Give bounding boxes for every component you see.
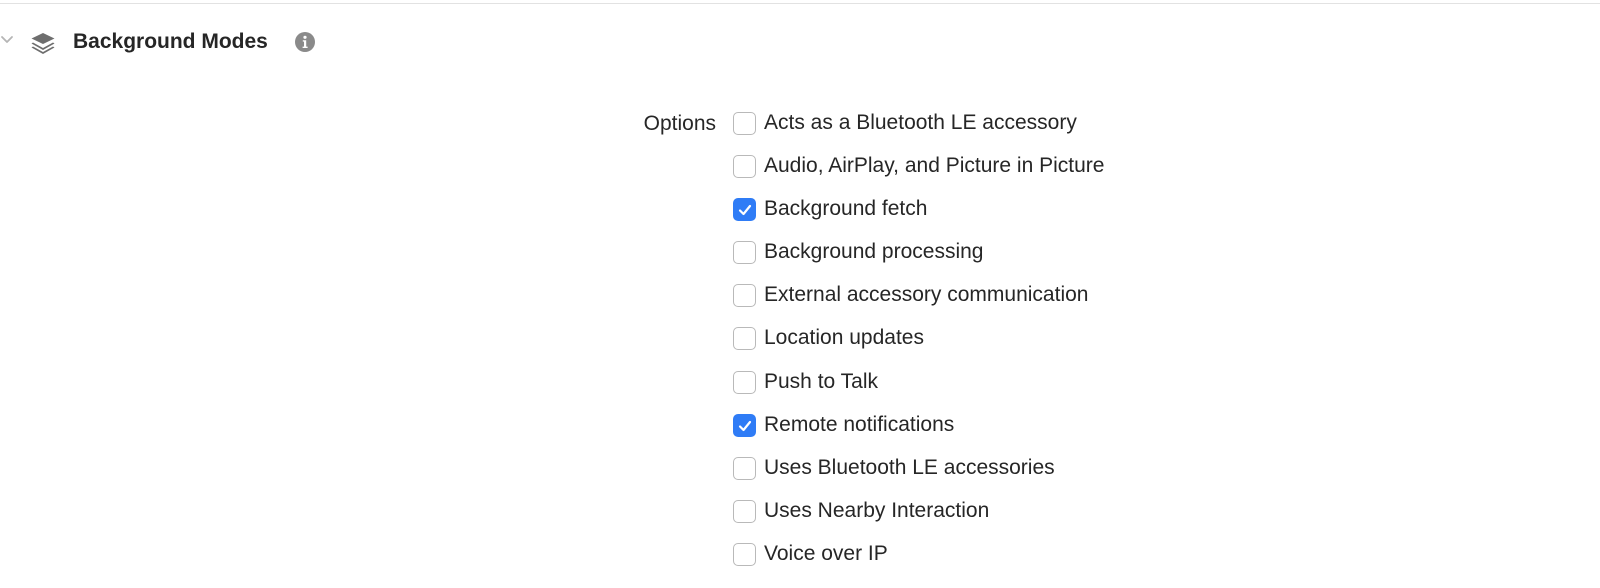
option-label: Location updates	[764, 326, 924, 350]
option-label: Audio, AirPlay, and Picture in Picture	[764, 154, 1105, 178]
option-uses-bluetooth-le[interactable]: Uses Bluetooth LE accessories	[733, 447, 1104, 490]
option-audio-airplay-pip[interactable]: Audio, AirPlay, and Picture in Picture	[733, 145, 1104, 188]
option-voice-over-ip[interactable]: Voice over IP	[733, 533, 1104, 576]
checkbox[interactable]	[733, 155, 756, 179]
option-remote-notifications[interactable]: Remote notifications	[733, 404, 1104, 447]
option-label: Remote notifications	[764, 412, 955, 436]
background-modes-list: Acts as a Bluetooth LE accessory Audio, …	[733, 102, 1104, 576]
section-title: Background Modes	[73, 30, 268, 53]
chevron-down-icon[interactable]	[0, 32, 14, 46]
option-background-fetch[interactable]: Background fetch	[733, 188, 1104, 231]
checkbox[interactable]	[733, 542, 756, 566]
checkbox[interactable]	[733, 112, 756, 135]
option-label: Uses Bluetooth LE accessories	[764, 455, 1055, 479]
option-label: Push to Talk	[764, 369, 879, 393]
option-label: Background processing	[764, 240, 984, 264]
layers-icon	[29, 28, 57, 56]
checkbox[interactable]	[733, 456, 756, 480]
option-nearby-interaction[interactable]: Uses Nearby Interaction	[733, 490, 1104, 533]
checkmark-icon	[738, 420, 752, 431]
section-header: Background Modes	[0, 22, 600, 62]
option-label: Acts as a Bluetooth LE accessory	[764, 111, 1077, 134]
options-label: Options	[643, 112, 716, 135]
checkbox[interactable]	[733, 413, 756, 437]
checkmark-icon	[738, 205, 752, 216]
option-label: Voice over IP	[764, 541, 888, 565]
checkbox[interactable]	[733, 327, 756, 351]
option-label: Uses Nearby Interaction	[764, 498, 990, 522]
option-label: Background fetch	[764, 197, 928, 221]
option-background-processing[interactable]: Background processing	[733, 231, 1104, 274]
checkbox[interactable]	[733, 284, 756, 308]
option-location-updates[interactable]: Location updates	[733, 317, 1104, 360]
checkbox[interactable]	[733, 370, 756, 394]
top-divider	[0, 3, 1600, 4]
option-label: External accessory communication	[764, 283, 1089, 307]
option-bluetooth-le-accessory[interactable]: Acts as a Bluetooth LE accessory	[733, 102, 1104, 145]
info-icon[interactable]	[294, 31, 316, 53]
checkbox[interactable]	[733, 499, 756, 523]
checkbox[interactable]	[733, 241, 756, 265]
option-push-to-talk[interactable]: Push to Talk	[733, 361, 1104, 404]
option-external-accessory[interactable]: External accessory communication	[733, 274, 1104, 317]
checkbox[interactable]	[733, 198, 756, 222]
